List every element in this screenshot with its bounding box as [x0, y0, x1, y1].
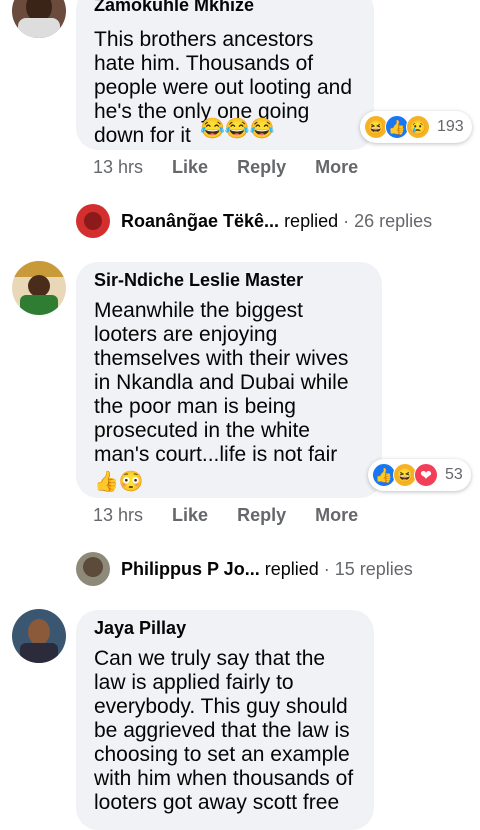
replied-label: replied — [284, 210, 339, 231]
replier-avatar — [76, 204, 110, 238]
comment-time[interactable]: 13 hrs — [93, 157, 143, 177]
comment-emojis: 😂😂😂 — [200, 118, 275, 140]
reply-count[interactable]: · 15 replies — [324, 559, 413, 580]
more-link[interactable]: More — [315, 505, 358, 525]
replies-summary[interactable]: Roanâng̃ae Tëkê... replied · 26 replies — [76, 204, 432, 238]
replier-avatar — [76, 552, 110, 586]
reply-link[interactable]: Reply — [237, 505, 286, 525]
reactions-summary[interactable]: 👍 😆 ❤ 53 — [368, 459, 471, 491]
replier-name[interactable]: Roanâng̃ae Tëkê... — [121, 211, 279, 232]
commenter-avatar[interactable] — [12, 0, 66, 38]
comment-meta: 13 hrs Like Reply More — [93, 157, 382, 178]
comment-author[interactable]: Sir-Ndiche Leslie Master — [94, 269, 364, 291]
comment-author[interactable]: Zamokuhle Mkhize — [94, 0, 356, 16]
reactions-summary[interactable]: 😆 👍 😢 193 — [360, 111, 472, 143]
sad-reaction-icon: 😢 — [406, 115, 430, 139]
comment-emojis: 👍😳 — [94, 471, 144, 493]
reply-count[interactable]: · 26 replies — [343, 211, 432, 232]
replier-name[interactable]: Philippus P Jo... — [121, 559, 260, 580]
comment-author[interactable]: Jaya Pillay — [94, 617, 356, 639]
replies-summary[interactable]: Philippus P Jo... replied · 15 replies — [76, 552, 413, 586]
comment-bubble: Sir-Ndiche Leslie Master Meanwhile the b… — [76, 262, 382, 498]
more-link[interactable]: More — [315, 157, 358, 177]
love-reaction-icon: ❤ — [414, 463, 438, 487]
like-link[interactable]: Like — [172, 505, 208, 525]
replied-label: replied — [264, 558, 319, 579]
reply-link[interactable]: Reply — [237, 157, 286, 177]
commenter-avatar[interactable] — [12, 261, 66, 315]
like-link[interactable]: Like — [172, 157, 208, 177]
comment-text: Can we truly say that the law is applied… — [94, 647, 354, 814]
comment-bubble: Jaya Pillay Can we truly say that the la… — [76, 610, 374, 830]
comment-text: Meanwhile the biggest looters are enjoyi… — [94, 299, 349, 466]
comment-meta: 13 hrs Like Reply More — [93, 505, 382, 526]
comment-time[interactable]: 13 hrs — [93, 505, 143, 525]
commenter-avatar[interactable] — [12, 609, 66, 663]
reaction-count: 53 — [445, 466, 463, 483]
reaction-count: 193 — [437, 118, 464, 135]
